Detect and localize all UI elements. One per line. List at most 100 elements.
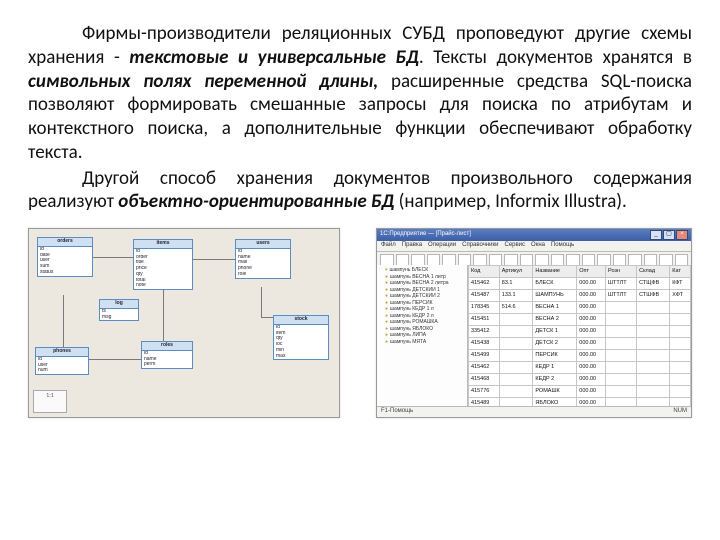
table-row[interactable]: 415468 КЕДР 2000.00 bbox=[469, 374, 691, 386]
cell[interactable] bbox=[499, 398, 533, 407]
cell[interactable]: 000.00 bbox=[577, 302, 606, 314]
column-header[interactable]: Опт bbox=[577, 266, 606, 278]
table-row[interactable]: 415462 КЕДР 1000.00 bbox=[469, 362, 691, 374]
cell[interactable] bbox=[670, 362, 691, 374]
tree-panel[interactable]: шампунь БЛЕСКшампунь ВЕСНА 1 литршампунь… bbox=[377, 265, 468, 406]
cell[interactable] bbox=[499, 338, 533, 350]
table-row[interactable]: 41546283.1БЛЕСК000.00ШТТЛТСТЩФВКФТ bbox=[469, 278, 691, 290]
table-row[interactable]: 415451 ВЕСНА 2000.00 bbox=[469, 314, 691, 326]
menu-Окна[interactable]: Окна bbox=[531, 242, 545, 250]
cell[interactable] bbox=[670, 338, 691, 350]
table-row[interactable]: 178345514.6ВЕСНА 1000.00 bbox=[469, 302, 691, 314]
cell[interactable] bbox=[606, 338, 637, 350]
table-row[interactable]: 415438 ДЕТСК 2000.00 bbox=[469, 338, 691, 350]
min-button[interactable]: _ bbox=[650, 230, 662, 240]
cell[interactable] bbox=[637, 374, 670, 386]
cell[interactable]: 000.00 bbox=[577, 398, 606, 407]
cell[interactable] bbox=[637, 350, 670, 362]
cell[interactable] bbox=[637, 362, 670, 374]
cell[interactable]: КЕДР 1 bbox=[533, 362, 577, 374]
cell[interactable]: ДЕТСК 2 bbox=[533, 338, 577, 350]
cell[interactable] bbox=[606, 362, 637, 374]
tree-node[interactable]: шампунь МЯТА bbox=[379, 339, 465, 346]
cell[interactable]: ШТТЛТ bbox=[606, 290, 637, 302]
cell[interactable] bbox=[670, 374, 691, 386]
cell[interactable]: КЕДР 2 bbox=[533, 374, 577, 386]
cell[interactable]: ЯБЛОКО bbox=[533, 398, 577, 407]
cell[interactable]: 000.00 bbox=[577, 278, 606, 290]
cell[interactable] bbox=[606, 386, 637, 398]
menu-Сервис[interactable]: Сервис bbox=[504, 242, 525, 250]
table-row[interactable]: 415487133.1ШАМПУНЬ000.00ШТТЛТСТШФВХФТ bbox=[469, 290, 691, 302]
cell[interactable]: 000.00 bbox=[577, 386, 606, 398]
cell[interactable] bbox=[637, 386, 670, 398]
menu-Помощь[interactable]: Помощь bbox=[551, 242, 574, 250]
cell[interactable] bbox=[637, 314, 670, 326]
menu-Файл[interactable]: Файл bbox=[381, 242, 396, 250]
column-header[interactable]: Розн bbox=[606, 266, 637, 278]
close-button[interactable]: × bbox=[676, 230, 688, 240]
cell[interactable]: РОМАШК bbox=[533, 386, 577, 398]
cell[interactable]: 415468 bbox=[469, 374, 500, 386]
cell[interactable] bbox=[499, 374, 533, 386]
table-row[interactable]: 335412 ДЕТСК 1000.00 bbox=[469, 326, 691, 338]
cell[interactable]: ДЕТСК 1 bbox=[533, 326, 577, 338]
cell[interactable] bbox=[670, 386, 691, 398]
cell[interactable]: 000.00 bbox=[577, 326, 606, 338]
cell[interactable]: 000.00 bbox=[577, 374, 606, 386]
column-header[interactable]: Название bbox=[533, 266, 577, 278]
table-row[interactable]: 415489 ЯБЛОКО000.00 bbox=[469, 398, 691, 407]
cell[interactable]: ВЕСНА 1 bbox=[533, 302, 577, 314]
cell[interactable] bbox=[670, 398, 691, 407]
cell[interactable]: СТЩФВ bbox=[637, 278, 670, 290]
cell[interactable] bbox=[606, 350, 637, 362]
cell[interactable]: 000.00 bbox=[577, 338, 606, 350]
cell[interactable]: 415776 bbox=[469, 386, 500, 398]
cell[interactable] bbox=[499, 326, 533, 338]
max-button[interactable]: ▢ bbox=[663, 230, 675, 240]
cell[interactable] bbox=[606, 302, 637, 314]
cell[interactable]: 514.6 bbox=[499, 302, 533, 314]
cell[interactable]: 133.1 bbox=[499, 290, 533, 302]
cell[interactable] bbox=[499, 386, 533, 398]
data-grid[interactable]: КодАртикулНазваниеОптРознСкладКат4154628… bbox=[468, 265, 691, 406]
cell[interactable] bbox=[637, 302, 670, 314]
cell[interactable] bbox=[499, 350, 533, 362]
column-header[interactable]: Склад bbox=[637, 266, 670, 278]
menu-Операции[interactable]: Операции bbox=[428, 242, 456, 250]
cell[interactable]: 178345 bbox=[469, 302, 500, 314]
cell[interactable]: СТШФВ bbox=[637, 290, 670, 302]
cell[interactable] bbox=[499, 362, 533, 374]
cell[interactable] bbox=[637, 326, 670, 338]
cell[interactable] bbox=[499, 314, 533, 326]
cell[interactable]: 415487 bbox=[469, 290, 500, 302]
cell[interactable]: 000.00 bbox=[577, 362, 606, 374]
column-header[interactable]: Кат bbox=[670, 266, 691, 278]
menu-Справочники[interactable]: Справочники bbox=[462, 242, 498, 250]
cell[interactable]: ВЕСНА 2 bbox=[533, 314, 577, 326]
cell[interactable]: 415462 bbox=[469, 278, 500, 290]
cell[interactable]: 415499 bbox=[469, 350, 500, 362]
cell[interactable] bbox=[606, 314, 637, 326]
cell[interactable]: КФТ bbox=[670, 278, 691, 290]
cell[interactable]: БЛЕСК bbox=[533, 278, 577, 290]
cell[interactable]: 415451 bbox=[469, 314, 500, 326]
cell[interactable]: 000.00 bbox=[577, 350, 606, 362]
column-header[interactable]: Код bbox=[469, 266, 500, 278]
cell[interactable]: 000.00 bbox=[577, 290, 606, 302]
cell[interactable]: 415462 bbox=[469, 362, 500, 374]
table-row[interactable]: 415499ПЕРСИК000.00 bbox=[469, 350, 691, 362]
cell[interactable]: 415438 bbox=[469, 338, 500, 350]
cell[interactable] bbox=[670, 302, 691, 314]
cell[interactable] bbox=[606, 374, 637, 386]
cell[interactable] bbox=[670, 350, 691, 362]
cell[interactable]: 335412 bbox=[469, 326, 500, 338]
cell[interactable]: 000.00 bbox=[577, 314, 606, 326]
cell[interactable]: 415489 bbox=[469, 398, 500, 407]
column-header[interactable]: Артикул bbox=[499, 266, 533, 278]
cell[interactable]: ШАМПУНЬ bbox=[533, 290, 577, 302]
table-row[interactable]: 415776 РОМАШК000.00 bbox=[469, 386, 691, 398]
cell[interactable] bbox=[606, 398, 637, 407]
cell[interactable]: ХФТ bbox=[670, 290, 691, 302]
cell[interactable] bbox=[637, 338, 670, 350]
